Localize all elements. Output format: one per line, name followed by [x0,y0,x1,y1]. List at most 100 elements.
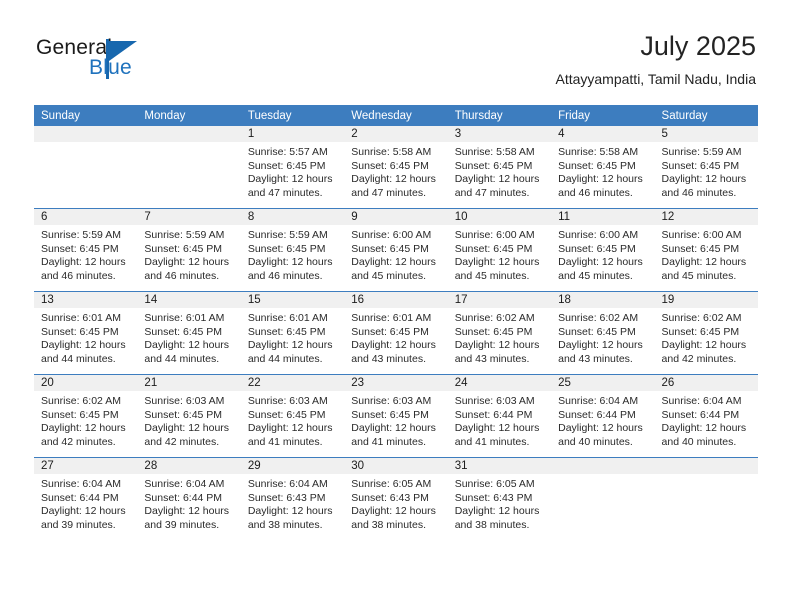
daylight-text-line2: and 46 minutes. [661,186,737,199]
calendar-day-cell[interactable]: 29 Sunrise: 6:04 AM Sunset: 6:43 PM Dayligh… [240,457,345,540]
day-number: 2 [344,126,448,142]
day-details: Sunrise: 6:01 AM Sunset: 6:45 PM Daylight:… [241,308,344,366]
general-blue-logo[interactable]: General Blue [36,36,216,86]
calendar-day-cell[interactable]: 19 Sunrise: 6:02 AM Sunset: 6:45 PM Dayligh… [654,291,758,375]
day-number [137,126,241,142]
daylight-text-line2: and 44 minutes. [247,352,323,365]
day-number: 31 [447,458,552,474]
page-title: July 2025 [640,31,756,61]
calendar-day-cell[interactable]: 30 Sunrise: 6:05 AM Sunset: 6:43 PM Dayligh… [344,457,448,540]
daylight-text-line1: Daylight: 12 hours [661,256,747,269]
calendar-day-cell[interactable]: 26 Sunrise: 6:04 AM Sunset: 6:44 PM Dayligh… [654,374,758,458]
sunset-text: Sunset: 6:45 PM [661,325,740,338]
daylight-text-line1: Daylight: 12 hours [558,173,643,186]
sunset-text: Sunset: 6:45 PM [661,159,740,172]
calendar-day-cell[interactable]: 27 Sunrise: 6:04 AM Sunset: 6:44 PM Dayligh… [34,457,138,540]
calendar-day-cell[interactable]: 25 Sunrise: 6:04 AM Sunset: 6:44 PM Dayligh… [551,374,655,458]
calendar-week-row: 1 Sunrise: 5:57 AM Sunset: 6:45 PM Daylight… [34,126,758,209]
daylight-text-line2: and 39 minutes. [41,518,116,531]
calendar-week-row: 27 Sunrise: 6:04 AM Sunset: 6:44 PM Dayligh… [34,457,758,540]
day-number [551,458,655,474]
daylight-text-line2: and 45 minutes. [661,269,737,282]
day-number: 11 [551,209,655,225]
daylight-text-line1: Daylight: 12 hours [144,339,230,352]
day-details: Sunrise: 6:03 AM Sunset: 6:44 PM Daylight:… [448,391,551,449]
calendar-day-cell[interactable]: 11 Sunrise: 6:00 AM Sunset: 6:45 PM Dayligh… [551,208,655,292]
day-number: 15 [240,292,345,308]
calendar-day-cell[interactable]: 6 Sunrise: 5:59 AM Sunset: 6:45 PM Daylight… [34,208,138,292]
sunset-text: Sunset: 6:45 PM [454,159,533,172]
day-details: Sunrise: 6:03 AM Sunset: 6:45 PM Daylight:… [241,391,344,449]
sunrise-text: Sunrise: 6:05 AM [351,478,432,490]
sunrise-text: Sunrise: 6:02 AM [41,395,121,407]
calendar-day-cell-empty [551,457,655,540]
daylight-text-line1: Daylight: 12 hours [351,422,436,435]
day-number: 17 [447,292,552,308]
calendar-day-cell[interactable]: 16 Sunrise: 6:01 AM Sunset: 6:45 PM Dayligh… [344,291,448,375]
day-details: Sunrise: 5:59 AM Sunset: 6:45 PM Daylight:… [241,225,344,283]
day-details: Sunrise: 6:00 AM Sunset: 6:45 PM Daylight:… [448,225,551,283]
daylight-text-line2: and 40 minutes. [558,435,633,448]
calendar-day-cell-empty [654,457,758,540]
sunrise-text: Sunrise: 6:01 AM [144,312,225,324]
day-number: 22 [240,375,345,391]
calendar-day-cell[interactable]: 8 Sunrise: 5:59 AM Sunset: 6:45 PM Daylight… [240,208,345,292]
daylight-text-line1: Daylight: 12 hours [454,173,540,186]
day-details: Sunrise: 5:58 AM Sunset: 6:45 PM Daylight:… [551,142,654,200]
calendar-day-cell[interactable]: 31 Sunrise: 6:05 AM Sunset: 6:43 PM Dayligh… [447,457,552,540]
sunrise-text: Sunrise: 6:04 AM [144,478,225,490]
calendar-day-cell[interactable]: 10 Sunrise: 6:00 AM Sunset: 6:45 PM Dayligh… [447,208,552,292]
daylight-text-line2: and 42 minutes. [661,352,737,365]
calendar-day-cell[interactable]: 15 Sunrise: 6:01 AM Sunset: 6:45 PM Dayligh… [240,291,345,375]
daylight-text-line2: and 38 minutes. [351,518,426,531]
daylight-text-line2: and 47 minutes. [351,186,426,199]
calendar-day-cell[interactable]: 22 Sunrise: 6:03 AM Sunset: 6:45 PM Dayligh… [240,374,345,458]
weekday-header-wednesday: Wednesday [344,105,448,126]
day-details: Sunrise: 6:03 AM Sunset: 6:45 PM Daylight:… [344,391,447,449]
day-number: 6 [34,209,138,225]
sunrise-text: Sunrise: 5:57 AM [247,146,328,158]
day-number: 23 [344,375,448,391]
calendar-day-cell[interactable]: 2 Sunrise: 5:58 AM Sunset: 6:45 PM Daylight… [344,126,448,209]
day-number: 20 [34,375,138,391]
calendar-day-cell[interactable]: 7 Sunrise: 5:59 AM Sunset: 6:45 PM Daylight… [137,208,241,292]
daylight-text-line1: Daylight: 12 hours [247,173,333,186]
daylight-text-line1: Daylight: 12 hours [454,256,540,269]
calendar-day-cell[interactable]: 12 Sunrise: 6:00 AM Sunset: 6:45 PM Dayligh… [654,208,758,292]
calendar-day-cell[interactable]: 28 Sunrise: 6:04 AM Sunset: 6:44 PM Dayligh… [137,457,241,540]
calendar-page: General Blue July 2025 Attayyampatti, Ta… [0,0,792,612]
daylight-text-line2: and 47 minutes. [247,186,323,199]
calendar-day-cell[interactable]: 23 Sunrise: 6:03 AM Sunset: 6:45 PM Dayligh… [344,374,448,458]
calendar-day-cell[interactable]: 13 Sunrise: 6:01 AM Sunset: 6:45 PM Dayligh… [34,291,138,375]
daylight-text-line2: and 39 minutes. [144,518,220,531]
daylight-text-line1: Daylight: 12 hours [454,422,540,435]
calendar-day-cell[interactable]: 18 Sunrise: 6:02 AM Sunset: 6:45 PM Dayligh… [551,291,655,375]
calendar-day-cell[interactable]: 5 Sunrise: 5:59 AM Sunset: 6:45 PM Daylight… [654,126,758,209]
calendar-day-cell[interactable]: 14 Sunrise: 6:01 AM Sunset: 6:45 PM Dayligh… [137,291,241,375]
day-details: Sunrise: 6:04 AM Sunset: 6:44 PM Daylight:… [655,391,758,449]
day-details: Sunrise: 6:04 AM Sunset: 6:44 PM Daylight:… [34,474,137,532]
calendar-day-cell[interactable]: 24 Sunrise: 6:03 AM Sunset: 6:44 PM Dayligh… [447,374,552,458]
calendar-day-cell[interactable]: 1 Sunrise: 5:57 AM Sunset: 6:45 PM Daylight… [240,126,345,209]
weekday-header-thursday: Thursday [447,105,552,126]
calendar-day-cell[interactable]: 20 Sunrise: 6:02 AM Sunset: 6:45 PM Dayligh… [34,374,138,458]
calendar-day-cell[interactable]: 17 Sunrise: 6:02 AM Sunset: 6:45 PM Dayligh… [447,291,552,375]
calendar-day-cell[interactable]: 21 Sunrise: 6:03 AM Sunset: 6:45 PM Dayligh… [137,374,241,458]
sunrise-text: Sunrise: 6:04 AM [558,395,639,407]
daylight-text-line2: and 46 minutes. [41,269,116,282]
calendar-day-cell[interactable]: 3 Sunrise: 5:58 AM Sunset: 6:45 PM Daylight… [447,126,552,209]
sunrise-text: Sunrise: 6:00 AM [454,229,535,241]
calendar-day-cell[interactable]: 4 Sunrise: 5:58 AM Sunset: 6:45 PM Daylight… [551,126,655,209]
calendar-day-cell[interactable]: 9 Sunrise: 6:00 AM Sunset: 6:45 PM Daylight… [344,208,448,292]
day-details: Sunrise: 6:01 AM Sunset: 6:45 PM Daylight:… [137,308,240,366]
sunset-text: Sunset: 6:43 PM [351,491,429,504]
sunrise-text: Sunrise: 6:00 AM [351,229,432,241]
calendar-week-row: 6 Sunrise: 5:59 AM Sunset: 6:45 PM Daylight… [34,208,758,292]
day-details: Sunrise: 5:57 AM Sunset: 6:45 PM Daylight:… [241,142,344,200]
daylight-text-line1: Daylight: 12 hours [454,505,540,518]
sunset-text: Sunset: 6:45 PM [144,325,223,338]
daylight-text-line1: Daylight: 12 hours [41,256,126,269]
daylight-text-line2: and 47 minutes. [454,186,530,199]
sunrise-text: Sunrise: 5:59 AM [41,229,121,241]
day-number: 30 [344,458,448,474]
